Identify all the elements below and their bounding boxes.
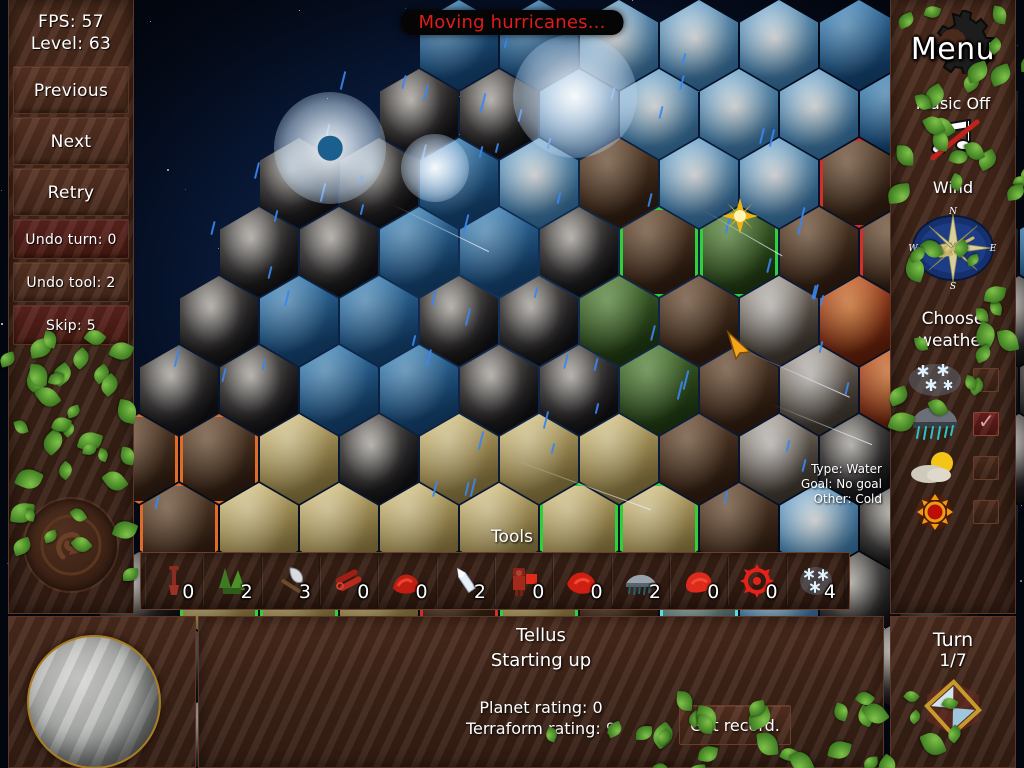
menu-label: Menu [910, 32, 996, 67]
weather-checkbox-snow[interactable] [973, 368, 999, 392]
tool-count: 0 [590, 581, 603, 603]
weather-options [891, 358, 1015, 534]
tool-magma[interactable]: 0 [553, 557, 612, 605]
get-record-button[interactable]: Get record. [679, 705, 791, 745]
rain-cloud-icon [907, 405, 963, 443]
left-sidebar: FPS: 57 Level: 63 Previous Next Retry Un… [8, 0, 134, 614]
tool-count: 0 [357, 581, 370, 603]
weather-checkbox-partly-sunny[interactable] [973, 456, 999, 480]
undo-turn-button[interactable]: Undo turn: 0 [13, 219, 129, 259]
cursor-arrow [726, 329, 752, 361]
tool-count: 2 [473, 581, 486, 603]
hex-map[interactable] [100, 0, 1024, 768]
tool-radiation[interactable]: 0 [728, 557, 787, 605]
tool-shovel[interactable]: 0 [145, 557, 204, 605]
tool-dynamite[interactable]: 0 [319, 557, 379, 605]
tool-axe[interactable]: 3 [261, 557, 320, 605]
choose-weather-line1: Choose [921, 309, 985, 329]
planet-preview-panel [8, 616, 196, 768]
undo-tool-button[interactable]: Undo tool: 2 [13, 262, 129, 302]
turn-panel: Turn 1/7 [890, 616, 1016, 768]
hourglass-icon[interactable] [919, 677, 987, 739]
tile-goal: Goal: No goal [801, 477, 882, 491]
weather-checkbox-sun[interactable] [973, 500, 999, 524]
tool-ice-spike[interactable]: 2 [436, 557, 495, 605]
weather-checkbox-rain[interactable] [973, 409, 999, 436]
tool-mountain[interactable]: 2 [611, 557, 670, 605]
tool-forest[interactable]: 2 [203, 557, 262, 605]
tool-count: 2 [240, 581, 253, 603]
hurricane[interactable] [274, 92, 386, 204]
tool-count: 0 [532, 581, 545, 603]
compass-e: E [989, 244, 997, 254]
tile-type: Type: Water [811, 462, 882, 476]
tool-snowflakes[interactable]: 4 [786, 557, 845, 605]
music-off-icon[interactable] [925, 118, 981, 162]
tools-title: Tools [491, 527, 533, 547]
tool-count: 0 [765, 581, 778, 603]
choose-weather-line2: weather [918, 331, 988, 351]
tile-other: Other: Cold [813, 492, 882, 506]
rain-streak [339, 71, 347, 90]
weather-row-rain [891, 402, 1015, 446]
tool-count: 0 [415, 581, 428, 603]
skip-button[interactable]: Skip: 5 [13, 305, 129, 345]
compass-n: N [948, 207, 958, 217]
planet-state: Starting up [490, 650, 592, 671]
hot-sun-icon [907, 493, 963, 531]
fps-level-display: FPS: 57 Level: 63 [13, 6, 129, 63]
menu-button[interactable]: Menu [899, 8, 1007, 78]
status-banner: Moving hurricanes... [400, 10, 624, 35]
planet-orb[interactable] [27, 635, 161, 768]
choose-weather-label: Choose weather [891, 308, 1015, 352]
hurricane[interactable] [513, 34, 637, 158]
tool-settler[interactable]: 0 [494, 557, 554, 605]
tool-count: 0 [707, 581, 720, 603]
rain-streak [210, 220, 216, 236]
tool-count: 3 [298, 581, 311, 603]
retry-button[interactable]: Retry [13, 168, 129, 216]
compass-s: S [950, 282, 956, 292]
compass-w: W [909, 244, 918, 254]
volcano-eruption-icon [720, 196, 760, 236]
weather-row-sun [891, 490, 1015, 534]
rain-streak [253, 162, 261, 179]
right-sidebar: Menu Music Off Wind N S W E Choose weath… [890, 0, 1016, 614]
hurricane-eye [317, 135, 343, 161]
game-screen: Type: Water Goal: No goal Other: Cold Mo… [0, 0, 1024, 768]
previous-button[interactable]: Previous [13, 66, 129, 114]
tool-lava[interactable]: 0 [378, 557, 437, 605]
wind-label: Wind [932, 178, 974, 197]
tile-info-panel: Type: Water Goal: No goal Other: Cold [801, 462, 882, 507]
tool-count: 0 [182, 581, 195, 603]
snow-icon [907, 361, 963, 399]
game-emblem-icon [25, 499, 117, 591]
weather-row-partly-sunny [891, 446, 1015, 490]
tool-count: 2 [648, 581, 661, 603]
tool-meat[interactable]: 0 [669, 557, 729, 605]
status-bar: Tellus Starting up Planet rating: 0 Terr… [198, 616, 884, 768]
tools-bar: 0 2 3 0 0 2 0 0 2 0 0 4 [140, 552, 850, 610]
next-button[interactable]: Next [13, 117, 129, 165]
turn-label: Turn [932, 629, 974, 651]
wind-compass: N S W E [908, 204, 997, 292]
planet-name: Tellus [516, 625, 566, 646]
hurricane[interactable] [401, 134, 469, 202]
fps-label: FPS: 57 [38, 12, 104, 32]
weather-row-snow [891, 358, 1015, 402]
level-label: Level: 63 [30, 34, 112, 54]
sun-cloud-icon [907, 449, 963, 487]
music-label: Music Off [915, 94, 991, 113]
turn-value: 1/7 [939, 651, 967, 671]
tool-count: 4 [823, 581, 836, 603]
